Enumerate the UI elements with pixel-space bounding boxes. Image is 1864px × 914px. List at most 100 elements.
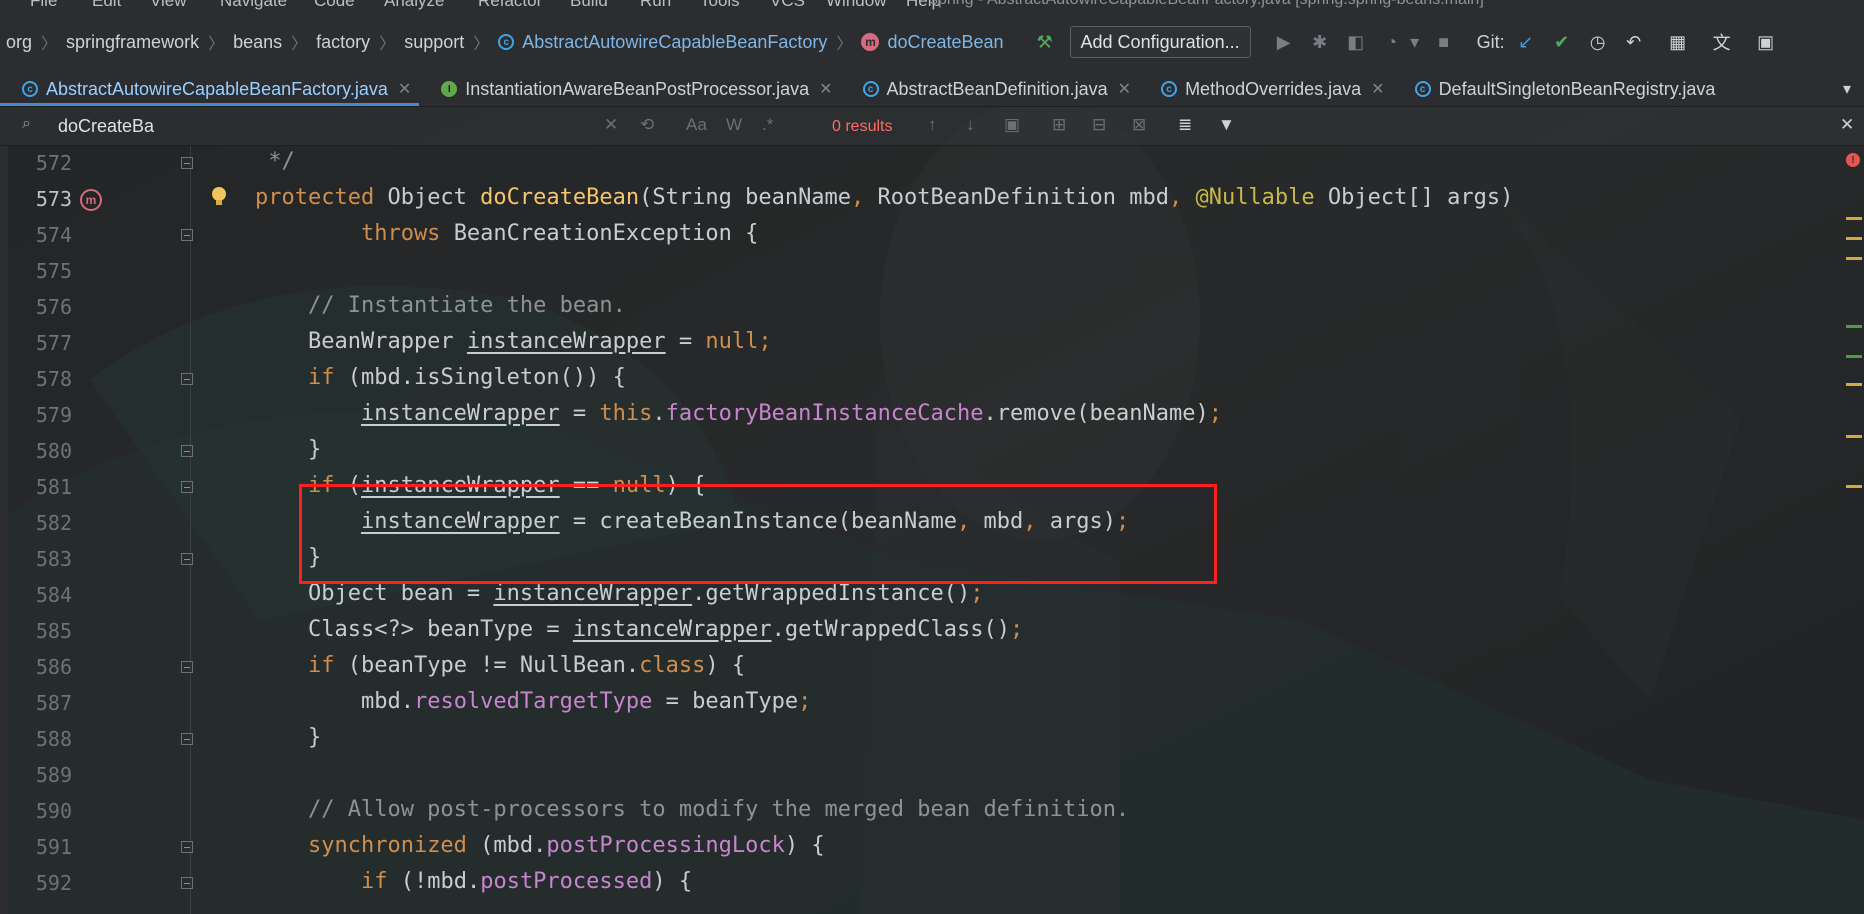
line-number: 584 bbox=[35, 583, 72, 607]
code-line: 589 bbox=[0, 757, 1864, 793]
change-mark[interactable] bbox=[1846, 325, 1862, 328]
close-icon[interactable]: ✕ bbox=[1118, 79, 1131, 99]
warning-mark[interactable] bbox=[1846, 485, 1862, 488]
menu-file[interactable]: File bbox=[30, 0, 57, 11]
code-editor[interactable]: 572 */ 573 m protected Object doCreateBe… bbox=[0, 145, 1864, 914]
select-all-occurrences-icon[interactable]: ⊠ bbox=[1132, 115, 1146, 135]
fold-marker[interactable] bbox=[181, 733, 193, 745]
chevron-down-icon[interactable]: ▾ bbox=[1407, 27, 1423, 57]
breadcrumb-factory[interactable]: factory bbox=[316, 32, 370, 53]
tab-default-singleton[interactable]: c DefaultSingletonBeanRegistry.java bbox=[1393, 72, 1724, 106]
close-icon[interactable]: ✕ bbox=[819, 79, 832, 99]
code-text: } bbox=[255, 725, 322, 750]
chevron-right-icon: 〉 bbox=[379, 36, 396, 53]
line-number: 580 bbox=[35, 439, 72, 463]
code-line: 577 BeanWrapper instanceWrapper = null; bbox=[0, 325, 1864, 361]
code-text: if (!mbd.postProcessed) { bbox=[360, 869, 693, 894]
recent-searches-icon[interactable]: ⟲ bbox=[640, 115, 654, 135]
warning-mark[interactable] bbox=[1846, 217, 1862, 220]
clear-icon[interactable]: ✕ bbox=[604, 115, 618, 135]
search-icon[interactable]: ⌕ bbox=[22, 115, 31, 133]
tab-instantiation-aware[interactable]: I InstantiationAwareBeanPostProcessor.ja… bbox=[419, 72, 840, 106]
tab-method-overrides[interactable]: c MethodOverrides.java ✕ bbox=[1139, 72, 1393, 106]
line-number: 581 bbox=[35, 475, 72, 499]
fold-marker[interactable] bbox=[181, 661, 193, 673]
override-method-icon[interactable]: m bbox=[80, 189, 102, 211]
breadcrumb-org[interactable]: org bbox=[6, 32, 32, 53]
fold-marker[interactable] bbox=[181, 553, 193, 565]
coverage-icon[interactable]: ◧ bbox=[1341, 27, 1371, 57]
breadcrumb-class[interactable]: AbstractAutowireCapableBeanFactory bbox=[522, 32, 827, 53]
class-icon: c bbox=[1414, 81, 1431, 97]
match-case-toggle[interactable]: Aa bbox=[686, 115, 707, 135]
fold-marker[interactable] bbox=[181, 445, 193, 457]
tab-abstract-autowire[interactable]: c AbstractAutowireCapableBeanFactory.jav… bbox=[0, 72, 420, 106]
code-comment: // Allow post-processors to modify the m… bbox=[255, 797, 1130, 822]
add-configuration-button[interactable]: Add Configuration... bbox=[1069, 26, 1251, 58]
tab-abstract-bean-definition[interactable]: c AbstractBeanDefinition.java ✕ bbox=[841, 72, 1140, 106]
class-icon: c bbox=[1161, 81, 1178, 97]
fold-marker[interactable] bbox=[181, 877, 193, 889]
sidebar-toggle-icon[interactable]: ▣ bbox=[1751, 27, 1781, 57]
menu-vcs[interactable]: VCS bbox=[770, 0, 805, 11]
add-occurrence-icon[interactable]: ⊞ bbox=[1052, 115, 1066, 135]
warning-mark[interactable] bbox=[1846, 257, 1862, 260]
breadcrumb-springframework[interactable]: springframework bbox=[66, 32, 199, 53]
line-number: 575 bbox=[35, 259, 72, 283]
warning-mark[interactable] bbox=[1846, 383, 1862, 386]
menu-refactor[interactable]: Refactor bbox=[478, 0, 542, 11]
arrow-down-icon[interactable]: ↓ bbox=[966, 115, 975, 135]
remove-occurrence-icon[interactable]: ⊟ bbox=[1092, 115, 1106, 135]
close-icon[interactable]: ✕ bbox=[1371, 79, 1384, 99]
git-label: Git: bbox=[1476, 31, 1505, 52]
method-icon: m bbox=[861, 33, 880, 51]
menu-run[interactable]: Run bbox=[640, 0, 671, 11]
error-indicator-icon[interactable]: ! bbox=[1846, 153, 1860, 167]
line-number: 573 bbox=[35, 187, 72, 211]
hammer-icon[interactable]: ⚒ bbox=[1030, 27, 1060, 57]
stop-icon[interactable]: ■ bbox=[1429, 27, 1459, 57]
menu-edit[interactable]: Edit bbox=[92, 0, 121, 11]
menu-analyze[interactable]: Analyze bbox=[384, 0, 444, 11]
run-icon[interactable]: ▶ bbox=[1269, 27, 1299, 57]
filter-icon[interactable]: ▼ bbox=[1218, 115, 1235, 135]
fold-marker[interactable] bbox=[181, 373, 193, 385]
code-text: if (mbd.isSingleton()) { bbox=[307, 365, 626, 390]
profile-icon[interactable]: ◔ bbox=[1377, 27, 1407, 57]
fold-marker[interactable] bbox=[181, 229, 193, 241]
menu-view[interactable]: View bbox=[150, 0, 187, 11]
class-icon: c bbox=[862, 81, 879, 97]
menu-navigate[interactable]: Navigate bbox=[220, 0, 287, 11]
warning-mark[interactable] bbox=[1846, 435, 1862, 438]
menu-window[interactable]: Window bbox=[826, 0, 886, 11]
whole-words-toggle[interactable]: W bbox=[726, 115, 742, 135]
close-icon[interactable]: ✕ bbox=[398, 79, 411, 99]
warning-mark[interactable] bbox=[1846, 237, 1862, 240]
git-commit-icon[interactable]: ✔ bbox=[1547, 27, 1577, 57]
git-update-icon[interactable]: ↙ bbox=[1511, 27, 1541, 57]
project-structure-icon[interactable]: ▦ bbox=[1663, 27, 1693, 57]
search-input[interactable] bbox=[56, 112, 600, 140]
lightbulb-icon[interactable] bbox=[212, 187, 226, 205]
breadcrumb-method[interactable]: doCreateBean bbox=[887, 32, 1003, 53]
history-icon[interactable]: ◷ bbox=[1583, 27, 1613, 57]
change-mark[interactable] bbox=[1846, 355, 1862, 358]
select-all-icon[interactable]: ▣ bbox=[1004, 115, 1020, 135]
rollback-icon[interactable]: ↶ bbox=[1619, 27, 1649, 57]
fold-marker[interactable] bbox=[181, 157, 193, 169]
debug-icon[interactable]: ✱ bbox=[1305, 27, 1335, 57]
menu-tools[interactable]: Tools bbox=[700, 0, 740, 11]
breadcrumb-support[interactable]: support bbox=[404, 32, 464, 53]
fold-marker[interactable] bbox=[181, 481, 193, 493]
translate-icon[interactable]: 文 bbox=[1707, 27, 1737, 57]
code-comment: // Instantiate the bean. bbox=[255, 293, 626, 318]
menu-code[interactable]: Code bbox=[314, 0, 355, 11]
menu-build[interactable]: Build bbox=[570, 0, 608, 11]
fold-marker[interactable] bbox=[181, 841, 193, 853]
arrow-up-icon[interactable]: ↑ bbox=[928, 115, 937, 135]
regex-toggle[interactable]: .* bbox=[762, 115, 773, 135]
multiline-icon[interactable]: ≣ bbox=[1178, 115, 1192, 135]
chevron-down-icon[interactable]: ▾ bbox=[1830, 72, 1864, 106]
close-icon[interactable]: ✕ bbox=[1840, 115, 1854, 135]
breadcrumb-beans[interactable]: beans bbox=[233, 32, 282, 53]
